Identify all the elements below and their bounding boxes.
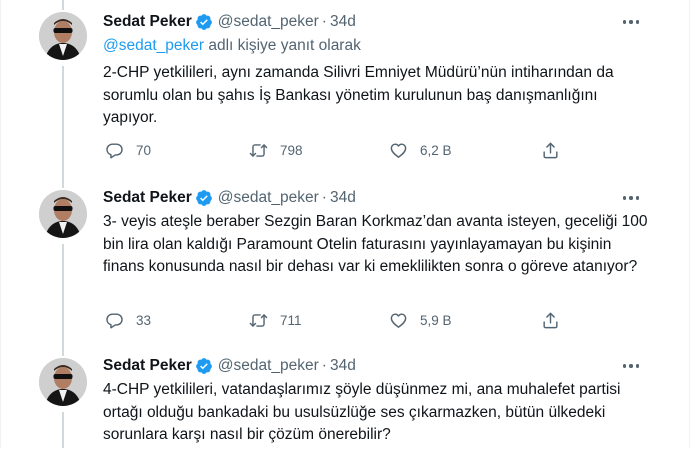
reply-icon xyxy=(106,142,123,158)
separator-dot: · xyxy=(321,189,327,206)
share-button[interactable] xyxy=(541,309,572,331)
like-icon xyxy=(390,312,407,328)
reply-button[interactable]: 33 xyxy=(105,309,151,331)
display-name[interactable]: Sedat Peker xyxy=(103,13,192,31)
tweet-header: Sedat Peker @sedat_peker · 34d xyxy=(103,188,356,208)
handle[interactable]: @sedat_peker xyxy=(218,357,319,375)
tweet-header: Sedat Peker @sedat_peker · 34d xyxy=(103,356,356,376)
verified-badge-icon xyxy=(195,358,212,374)
handle[interactable]: @sedat_peker xyxy=(218,13,319,31)
reply-count: 70 xyxy=(136,142,152,158)
retweet-icon xyxy=(249,313,268,327)
timestamp[interactable]: 34d xyxy=(330,357,356,375)
tweet-actions: 70 798 6,2 B xyxy=(101,139,581,161)
more-icon[interactable] xyxy=(619,188,643,208)
avatar[interactable] xyxy=(39,190,87,238)
tweet-text: 4-CHP yetkilileri, vatandaşlarımız şöyle… xyxy=(103,381,621,443)
reply-to-label: adlı kişiye yanıt olarak xyxy=(204,37,361,54)
reply-to-link[interactable]: @sedat_peker xyxy=(103,37,204,54)
retweet-icon xyxy=(249,143,268,157)
timestamp[interactable]: 34d xyxy=(330,13,356,31)
retweet-button[interactable]: 798 xyxy=(249,139,303,161)
reply-count: 33 xyxy=(136,312,152,328)
avatar[interactable] xyxy=(39,12,87,60)
verified-badge-icon xyxy=(195,190,212,206)
tweet[interactable]: Sedat Peker @sedat_peker · 34d @sedat_pe… xyxy=(1,0,689,178)
share-button[interactable] xyxy=(541,139,572,161)
retweet-count: 798 xyxy=(280,142,303,158)
share-icon xyxy=(543,312,558,328)
tweet[interactable]: Sedat Peker @sedat_peker · 34d 4-CHP yet… xyxy=(1,346,689,448)
like-button[interactable]: 6,2 B xyxy=(389,139,452,161)
tweet-actions: 33 711 5,9 B xyxy=(101,309,581,331)
reply-icon xyxy=(106,312,123,328)
separator-dot: · xyxy=(321,13,327,30)
tweet[interactable]: Sedat Peker @sedat_peker · 34d 3- veyis … xyxy=(1,178,689,346)
replying-to: @sedat_peker adlı kişiye yanıt olarak xyxy=(103,37,361,55)
like-button[interactable]: 5,9 B xyxy=(389,309,452,331)
timestamp[interactable]: 34d xyxy=(330,189,356,207)
retweet-button[interactable]: 711 xyxy=(249,309,302,331)
avatar[interactable] xyxy=(39,358,87,406)
handle[interactable]: @sedat_peker xyxy=(218,189,319,207)
verified-badge-icon xyxy=(195,14,212,30)
tweet-header: Sedat Peker @sedat_peker · 34d xyxy=(103,12,356,32)
tweet-text: 2-CHP yetkilileri, aynı zamanda Silivri … xyxy=(103,64,614,126)
tweet-text: 3- veyis ateşle beraber Sezgin Baran Kor… xyxy=(103,213,648,275)
like-count: 5,9 B xyxy=(420,312,452,328)
retweet-count: 711 xyxy=(280,312,302,328)
like-count: 6,2 B xyxy=(420,142,452,158)
share-icon xyxy=(543,142,558,158)
like-icon xyxy=(390,142,407,158)
more-icon[interactable] xyxy=(619,356,643,376)
timeline: Sedat Peker @sedat_peker · 34d @sedat_pe… xyxy=(0,0,690,448)
more-icon[interactable] xyxy=(619,12,643,32)
display-name[interactable]: Sedat Peker xyxy=(103,357,192,375)
display-name[interactable]: Sedat Peker xyxy=(103,189,192,207)
reply-button[interactable]: 70 xyxy=(105,139,151,161)
separator-dot: · xyxy=(321,357,327,374)
